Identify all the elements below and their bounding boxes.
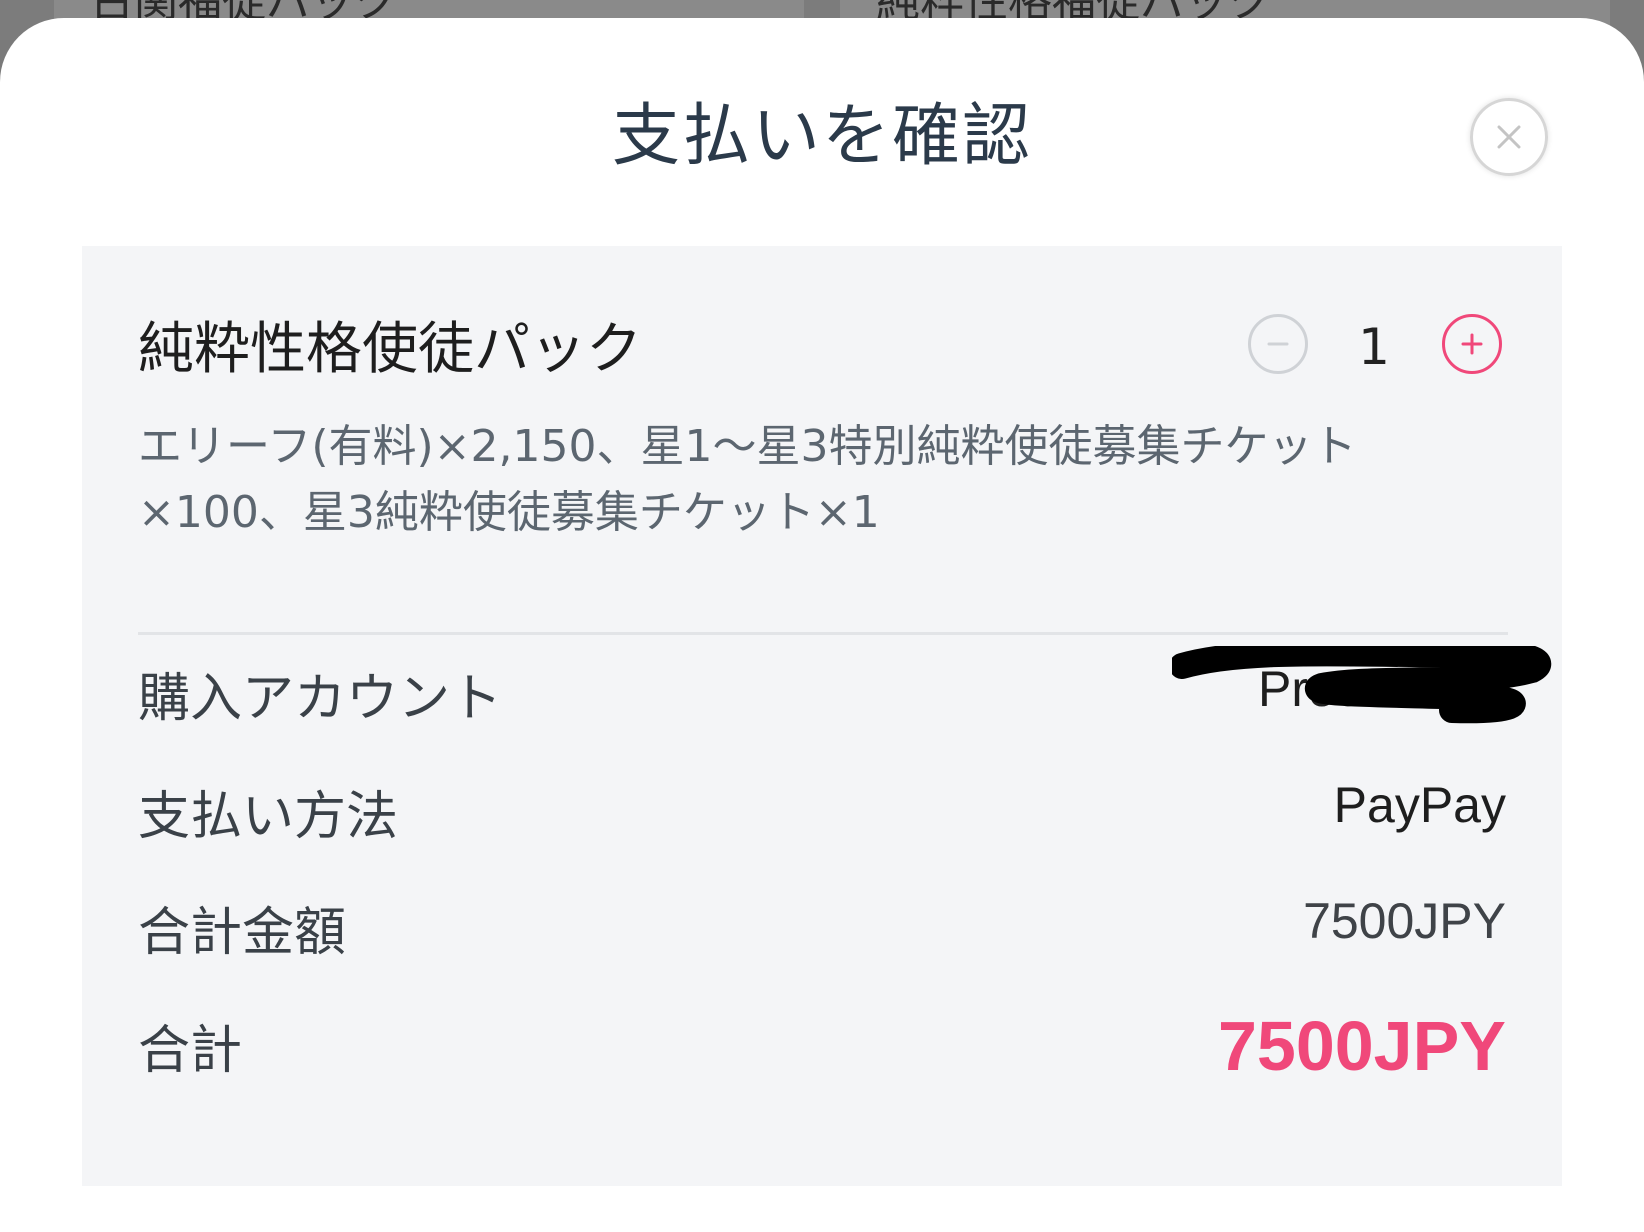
minus-icon: [1267, 342, 1289, 346]
payment-method-label: 支払い方法: [138, 787, 399, 847]
quantity-increase-button[interactable]: [1442, 314, 1502, 374]
close-icon: [1497, 125, 1521, 149]
quantity-value: 1: [1358, 318, 1390, 376]
order-summary-panel: 純粋性格使徒パック 1 エリーフ(有料)×2,150、星1〜星3特別純粋使徒募集…: [82, 246, 1562, 1186]
dialog-title: 支払いを確認: [611, 97, 1032, 176]
product-description: エリーフ(有料)×2,150、星1〜星3特別純粋使徒募集チケット×100、星3純…: [138, 421, 1357, 538]
total-label: 合計: [138, 1021, 243, 1081]
account-value: ProdJP: [1258, 661, 1422, 717]
payment-method-value: PayPay: [1333, 777, 1506, 833]
payment-confirm-dialog: 支払いを確認 純粋性格使徒パック 1 エリーフ(有料)×2,150、星1〜星3特…: [0, 18, 1644, 1232]
close-button[interactable]: [1470, 98, 1548, 176]
subtotal-label: 合計金額: [138, 903, 347, 963]
quantity-decrease-button[interactable]: [1248, 314, 1308, 374]
divider: [138, 632, 1508, 635]
subtotal-value: 7500JPY: [1303, 893, 1506, 949]
account-label: 購入アカウント: [138, 669, 503, 729]
product-name: 純粋性格使徒パック: [138, 317, 642, 382]
total-value: 7500JPY: [1217, 1007, 1506, 1085]
plus-icon: [1461, 333, 1483, 355]
